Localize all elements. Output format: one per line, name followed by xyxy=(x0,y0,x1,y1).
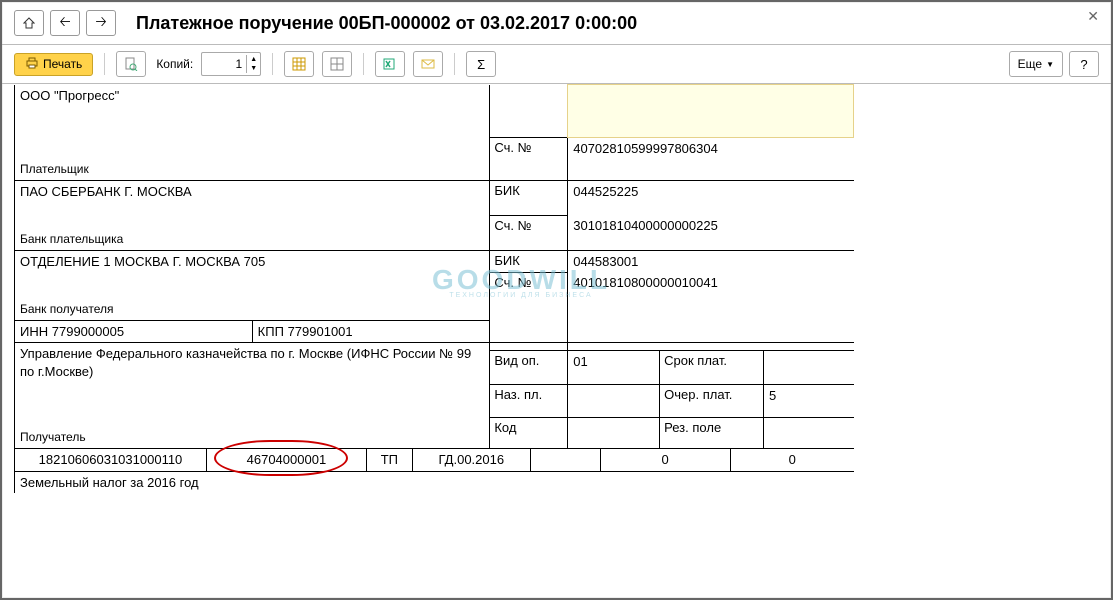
period: ГД.00.2016 xyxy=(412,449,530,471)
amount-box xyxy=(568,85,854,138)
payer-bank: ПАО СБЕРБАНК Г. МОСКВА xyxy=(20,184,192,199)
toolbar: Печать Копий: ▲ ▼ Σ xyxy=(2,45,1111,84)
more-button[interactable]: Еще ▼ xyxy=(1009,51,1063,77)
home-button[interactable] xyxy=(14,10,44,36)
payer-bank-caption: Банк плательщика xyxy=(20,232,123,246)
purpose: Земельный налог за 2016 год xyxy=(15,471,855,493)
ocher-label: Очер. плат. xyxy=(660,384,764,418)
back-button[interactable]: 🡠 xyxy=(50,10,80,36)
separator xyxy=(104,53,105,75)
rec-account: 40101810800000010041 xyxy=(568,272,854,343)
srok-label: Срок плат. xyxy=(660,350,764,384)
recipient-caption: Получатель xyxy=(20,430,86,444)
bic-label-1: БИК xyxy=(490,180,568,215)
docnum: 0 xyxy=(600,449,730,471)
rec-bic: 044583001 xyxy=(568,250,854,272)
separator xyxy=(363,53,364,75)
forward-button[interactable]: 🡢 xyxy=(86,10,116,36)
window: ✕ 🡠 🡢 Платежное поручение 00БП-000002 от… xyxy=(0,0,1113,600)
email-button[interactable] xyxy=(413,51,443,77)
basis: ТП xyxy=(366,449,412,471)
payment-order-table: ООО "Прогресс" Плательщик Сч. № 40702810… xyxy=(14,84,854,449)
separator xyxy=(454,53,455,75)
copies-down[interactable]: ▼ xyxy=(247,64,260,73)
content-area[interactable]: GOODWILL ТЕХНОЛОГИИ ДЛЯ БИЗНЕСА ООО "Про… xyxy=(2,84,1111,596)
help-button[interactable]: ? xyxy=(1069,51,1099,77)
rez-label: Рез. поле xyxy=(660,418,764,449)
payer-bank-account: 30101810400000000225 xyxy=(568,215,854,250)
payer-caption: Плательщик xyxy=(20,162,89,176)
ocher-value: 5 xyxy=(764,384,854,418)
payer-bic: 044525225 xyxy=(568,180,854,215)
oktmo: 46704000001 xyxy=(206,449,366,471)
account-label: Сч. № xyxy=(490,138,568,181)
rec-bank-caption: Банк получателя xyxy=(20,302,113,316)
account-label-3: Сч. № xyxy=(490,272,568,343)
kod-label: Код xyxy=(490,418,568,449)
recipient: Управление Федерального казначейства по … xyxy=(20,346,471,379)
copies-input[interactable] xyxy=(202,57,246,71)
vidop-value: 01 xyxy=(568,350,660,384)
codes-row: 18210606031031000110 46704000001 ТП ГД.0… xyxy=(14,449,854,493)
copies-up[interactable]: ▲ xyxy=(247,55,260,64)
inn-cell: ИНН 7799000005 xyxy=(15,320,253,343)
account-label-2: Сч. № xyxy=(490,215,568,250)
docdate: 0 xyxy=(730,449,854,471)
bic-label-2: БИК xyxy=(490,250,568,272)
titlebar: 🡠 🡢 Платежное поручение 00БП-000002 от 0… xyxy=(2,2,1111,45)
chevron-down-icon: ▼ xyxy=(1046,60,1054,69)
naz-label: Наз. пл. xyxy=(490,384,568,418)
close-icon[interactable]: ✕ xyxy=(1087,8,1099,25)
copies-label: Копий: xyxy=(156,57,193,71)
printer-icon xyxy=(25,57,39,72)
preview-button[interactable] xyxy=(116,51,146,77)
excel-export-button[interactable] xyxy=(375,51,405,77)
rec-bank: ОТДЕЛЕНИЕ 1 МОСКВА Г. МОСКВА 705 xyxy=(20,254,265,269)
kpp-cell: КПП 779901001 xyxy=(252,320,490,343)
grid-btn-2[interactable] xyxy=(322,51,352,77)
copies-spinner[interactable]: ▲ ▼ xyxy=(201,52,261,76)
sigma-button[interactable]: Σ xyxy=(466,51,496,77)
grid-btn-1[interactable] xyxy=(284,51,314,77)
payer-name: ООО "Прогресс" xyxy=(20,88,119,103)
page-title: Платежное поручение 00БП-000002 от 03.02… xyxy=(136,13,637,34)
kbk: 18210606031031000110 xyxy=(15,449,207,471)
vidop-label: Вид оп. xyxy=(490,350,568,384)
payer-account: 40702810599997806304 xyxy=(568,138,854,181)
separator xyxy=(272,53,273,75)
print-button[interactable]: Печать xyxy=(14,53,93,76)
